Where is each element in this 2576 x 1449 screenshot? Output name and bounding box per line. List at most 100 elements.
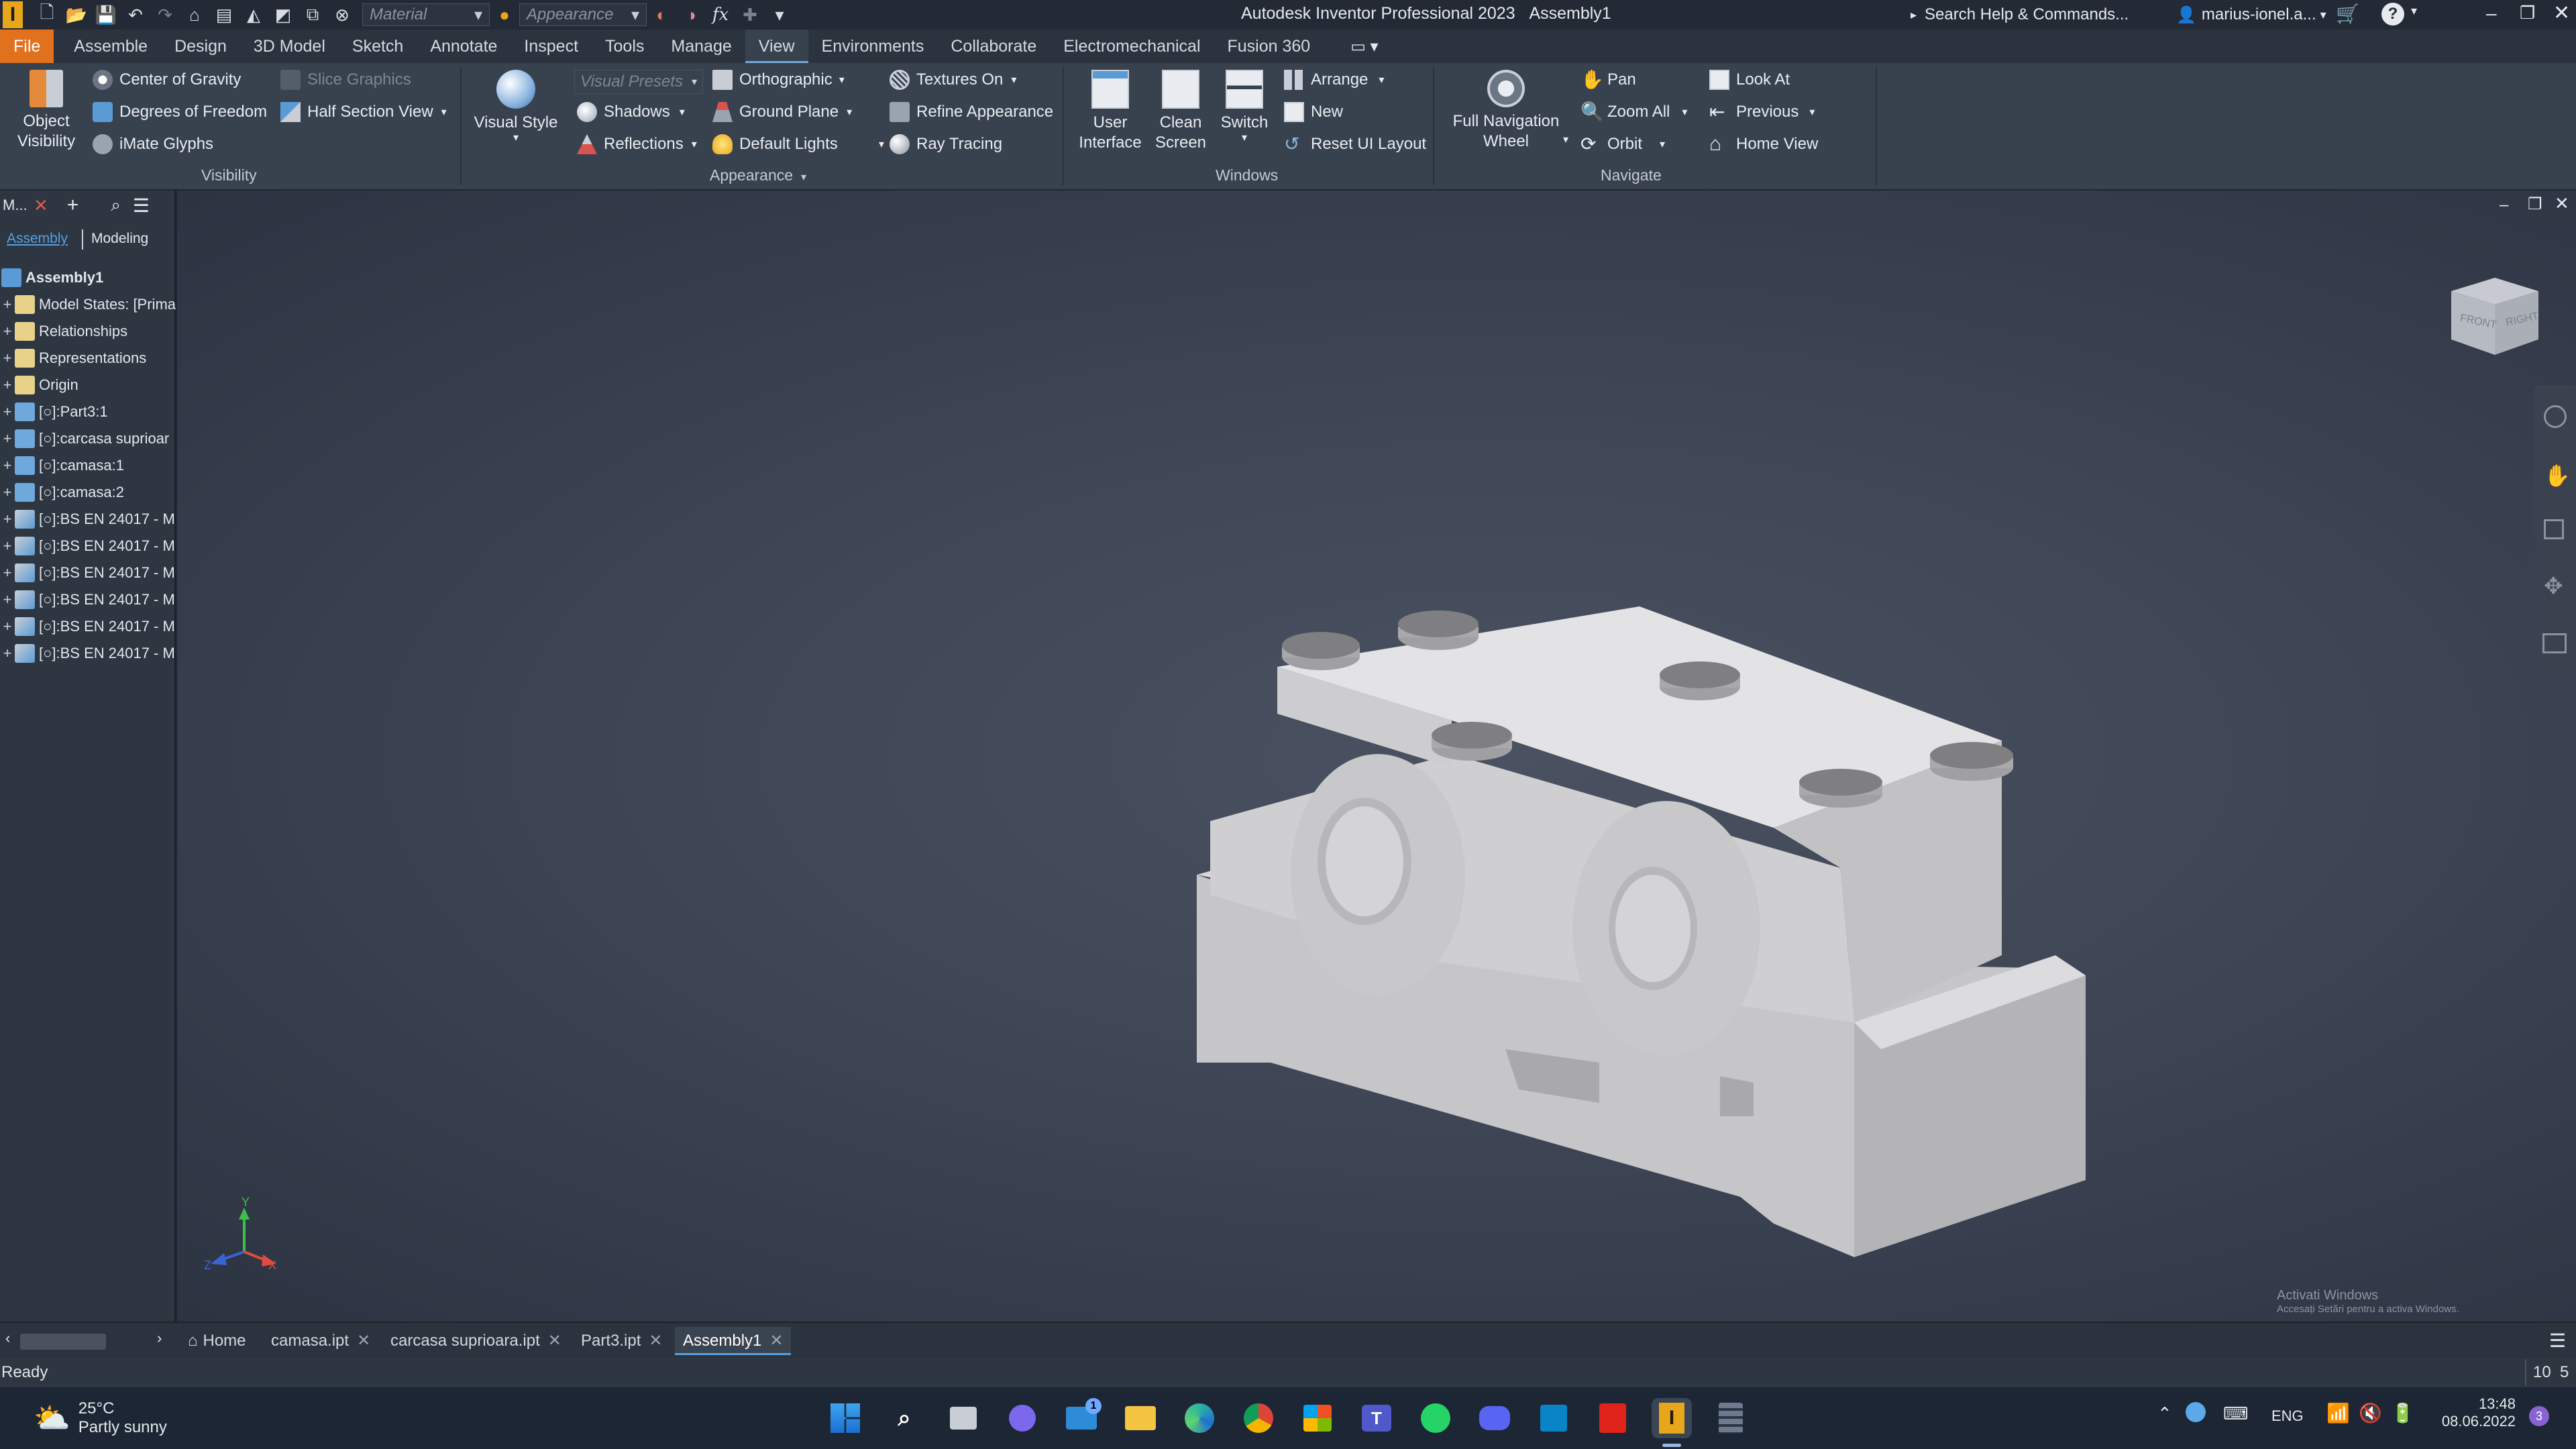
tree-item-bolt[interactable]: + [○]:BS EN 24017 - M	[0, 586, 176, 613]
tree-root-assembly[interactable]: Assembly1	[0, 264, 176, 291]
expand-icon[interactable]: +	[0, 511, 15, 528]
tab-manage[interactable]: Manage	[657, 30, 745, 63]
inventor-logo[interactable]: I	[3, 1, 23, 28]
material-dropdown[interactable]: Material ▾	[362, 3, 490, 26]
textures-on-button[interactable]: Textures On ▾	[890, 70, 1016, 90]
tree-item-part[interactable]: + [○]:camasa:1	[0, 452, 176, 479]
close-browser-icon[interactable]: ✕	[34, 195, 48, 216]
tab-3d-model[interactable]: 3D Model	[240, 30, 339, 63]
assembly-model-3d[interactable]	[1170, 405, 2284, 1277]
calculator-icon[interactable]	[1711, 1398, 1751, 1438]
tab-fusion-360[interactable]: Fusion 360	[1214, 30, 1324, 63]
tree-item-model-states[interactable]: + Model States: [Prima	[0, 291, 176, 318]
browser-scroll-thumb[interactable]	[20, 1334, 106, 1350]
task-view-icon[interactable]	[943, 1398, 983, 1438]
expand-icon[interactable]: +	[0, 591, 15, 608]
steering-wheel-icon[interactable]	[2544, 405, 2567, 428]
parameters-fx-icon[interactable]: fx	[710, 5, 731, 25]
tab-sketch[interactable]: Sketch	[339, 30, 417, 63]
browser-tab-assembly[interactable]: Assembly	[7, 231, 68, 247]
shadows-button[interactable]: Shadows ▾	[577, 102, 685, 122]
appearance-sphere-icon[interactable]: ●	[494, 5, 515, 25]
close-tab-icon[interactable]: ✕	[769, 1332, 783, 1350]
viewport-minimize-button[interactable]: –	[2500, 196, 2508, 215]
chrome-browser-icon[interactable]	[1238, 1398, 1279, 1438]
battery-icon[interactable]: 🔋	[2391, 1402, 2414, 1424]
orbit-icon[interactable]: ✥	[2544, 573, 2563, 600]
graphics-viewport[interactable]: – ❐ ✕ FRONT RIGHT ✋ ✥ Y X Z Activati Win…	[177, 191, 2576, 1322]
microsoft-store-icon[interactable]	[1297, 1398, 1338, 1438]
help-dropdown-icon[interactable]: ▾	[2411, 4, 2417, 18]
zoom-all-button[interactable]: 🔍 Zoom All ▾	[1580, 102, 1687, 122]
customize-qat-icon[interactable]: ▾	[769, 5, 790, 25]
pan-icon[interactable]: ✋	[2544, 463, 2571, 488]
reset-ui-layout-button[interactable]: ↺ Reset UI Layout	[1284, 134, 1426, 154]
tree-item-origin[interactable]: + Origin	[0, 372, 176, 398]
expand-icon[interactable]: +	[0, 484, 15, 501]
appearance-dropdown[interactable]: Appearance ▾	[519, 3, 647, 26]
edge-browser-icon[interactable]	[1179, 1398, 1220, 1438]
pan-button[interactable]: ✋ Pan	[1580, 70, 1636, 90]
expand-icon[interactable]: +	[0, 323, 15, 340]
orbit-button[interactable]: ⟳ Orbit ▾	[1580, 134, 1665, 154]
look-at-icon[interactable]	[2542, 633, 2567, 653]
arrange-button[interactable]: Arrange ▾	[1284, 70, 1384, 90]
new-window-button[interactable]: New	[1284, 102, 1343, 122]
zoom-window-icon[interactable]	[2544, 519, 2564, 539]
notification-count-badge[interactable]: 3	[2529, 1406, 2549, 1426]
imate-glyphs-button[interactable]: iMate Glyphs	[93, 134, 213, 154]
restore-button[interactable]: ❐	[2520, 3, 2535, 23]
inventor-taskbar-icon[interactable]: I	[1652, 1398, 1692, 1438]
doc-tab[interactable]: carcasa suprioara.ipt ✕	[382, 1327, 570, 1355]
undo-icon[interactable]: ↶	[125, 5, 146, 25]
switch-button[interactable]: Switch ▾	[1216, 70, 1273, 144]
doc-tab-active[interactable]: Assembly1 ✕	[675, 1327, 792, 1355]
browser-scroll-left-icon[interactable]: ‹	[5, 1330, 10, 1347]
tree-item-bolt[interactable]: + [○]:BS EN 24017 - M	[0, 506, 176, 533]
tab-tools[interactable]: Tools	[592, 30, 657, 63]
start-button-icon[interactable]	[825, 1398, 865, 1438]
print-icon[interactable]: ▤	[214, 5, 234, 25]
clock-app-tray-icon[interactable]	[2186, 1402, 2206, 1422]
group-label-appearance[interactable]: Appearance ▾	[710, 166, 806, 184]
tab-view[interactable]: View	[745, 30, 808, 63]
search-help-input[interactable]: ▸ Search Help & Commands...	[1911, 3, 2172, 27]
acrobat-icon[interactable]	[1593, 1398, 1633, 1438]
clear-icon[interactable]: ◑	[681, 5, 701, 25]
viewport-close-button[interactable]: ✕	[2555, 193, 2569, 214]
ray-tracing-button[interactable]: Ray Tracing	[890, 134, 1002, 154]
reflections-button[interactable]: Reflections ▾	[577, 134, 697, 154]
tree-item-bolt[interactable]: + [○]:BS EN 24017 - M	[0, 613, 176, 640]
tab-list-menu-icon[interactable]: ☰	[2549, 1330, 2566, 1352]
expand-icon[interactable]: +	[0, 403, 15, 421]
look-at-button[interactable]: Look At	[1709, 70, 1790, 90]
discord-icon[interactable]	[1474, 1398, 1515, 1438]
tree-item-bolt[interactable]: + [○]:BS EN 24017 - M	[0, 533, 176, 559]
measure-icon[interactable]: ◭	[244, 5, 264, 25]
tab-assemble[interactable]: Assemble	[60, 30, 161, 63]
tree-item-part[interactable]: + [○]:camasa:2	[0, 479, 176, 506]
cart-icon[interactable]: 🛒	[2336, 3, 2359, 25]
close-tab-icon[interactable]: ✕	[649, 1332, 662, 1350]
keyboard-tray-icon[interactable]: ⌨	[2223, 1403, 2249, 1424]
volume-muted-icon[interactable]: 🔇	[2359, 1402, 2382, 1424]
close-tab-icon[interactable]: ✕	[548, 1332, 561, 1350]
tab-collaborate[interactable]: Collaborate	[937, 30, 1050, 63]
doc-tab[interactable]: camasa.ipt ✕	[263, 1327, 378, 1355]
tree-item-representations[interactable]: + Representations	[0, 345, 176, 372]
doc-tab-home[interactable]: ⌂ Home	[180, 1327, 254, 1355]
tab-inspect[interactable]: Inspect	[511, 30, 592, 63]
add-icon[interactable]: ✚	[740, 5, 760, 25]
open-file-icon[interactable]: 📂	[66, 5, 87, 25]
search-icon[interactable]: ⌕	[111, 195, 121, 216]
show-hidden-icons-icon[interactable]: ⌃	[2157, 1403, 2172, 1424]
doc-tab[interactable]: Part3.ipt ✕	[573, 1327, 671, 1355]
search-icon[interactable]: ⌕	[884, 1398, 924, 1438]
home-view-button[interactable]: ⌂ Home View	[1709, 134, 1818, 154]
orthographic-button[interactable]: Orthographic ▾	[712, 70, 845, 90]
tab-annotate[interactable]: Annotate	[417, 30, 511, 63]
object-visibility-button[interactable]: Object Visibility	[16, 70, 76, 152]
browser-tab-modeling[interactable]: Modeling	[91, 231, 148, 247]
home-icon[interactable]: ⌂	[184, 5, 205, 25]
redo-icon[interactable]: ↷	[155, 5, 175, 25]
